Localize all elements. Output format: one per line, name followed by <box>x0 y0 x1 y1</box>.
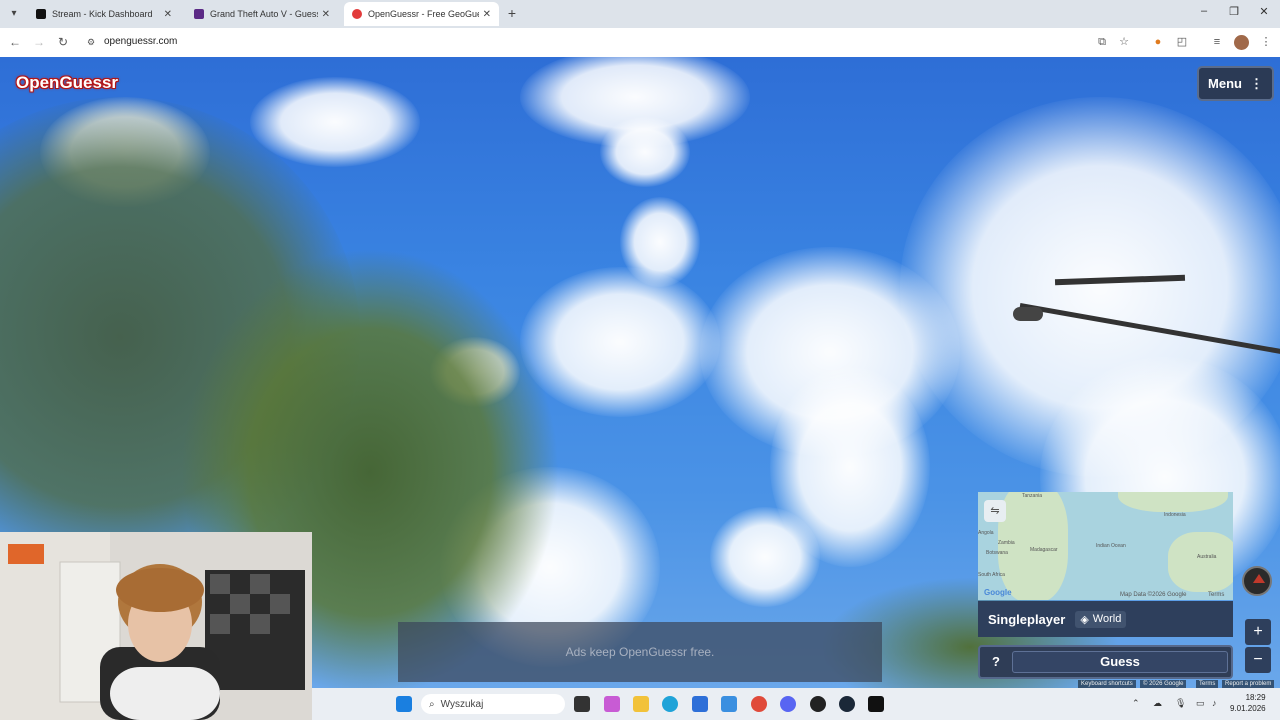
help-button[interactable]: ? <box>985 651 1007 673</box>
map-label: Tanzania <box>1022 493 1043 499</box>
webcam-overlay <box>0 532 312 720</box>
outlook-icon[interactable] <box>721 696 737 712</box>
map-label: Angola <box>978 530 994 536</box>
close-window-icon[interactable]: ✕ <box>1254 5 1274 18</box>
mode-title: Singleplayer <box>988 611 1066 627</box>
tab-strip: ▾ Stream - Kick Dashboard ✕ Grand Theft … <box>0 0 1280 28</box>
map-label: South Africa <box>978 572 1005 578</box>
menu-label: Menu <box>1208 76 1242 91</box>
keyboard-shortcuts-link[interactable]: Keyboard shortcuts <box>1078 680 1136 688</box>
close-tab-icon[interactable]: ✕ <box>483 9 491 20</box>
guess-button[interactable]: Guess <box>1012 651 1228 673</box>
guess-controls: ? Guess <box>978 645 1233 679</box>
site-info-icon[interactable]: ⚙ <box>83 34 99 50</box>
map-terms-link[interactable]: Terms <box>1208 592 1224 598</box>
menu-button[interactable]: Menu ⋮ <box>1197 66 1274 101</box>
map-label: Australia <box>1197 554 1217 560</box>
close-tab-icon[interactable]: ✕ <box>322 9 330 20</box>
close-tab-icon[interactable]: ✕ <box>164 9 172 20</box>
tab-search-icon[interactable]: ▾ <box>6 6 22 22</box>
map-label: Zambia <box>998 540 1015 546</box>
map-label: Indian Ocean <box>1096 543 1126 549</box>
map-label: Madagascar <box>1030 547 1058 553</box>
forward-icon[interactable]: → <box>31 34 47 50</box>
store-icon[interactable] <box>692 696 708 712</box>
report-problem-link[interactable]: Report a problem <box>1222 680 1275 688</box>
clock-time: 18:29 <box>1245 693 1266 702</box>
epic-games-icon[interactable] <box>868 696 884 712</box>
cloud-icon[interactable]: ☁ <box>1153 698 1162 709</box>
restore-icon[interactable]: ❐ <box>1224 5 1244 18</box>
kick-favicon-icon <box>36 9 46 19</box>
map-settings-icon[interactable]: ⇋ <box>984 500 1006 522</box>
extension-icon[interactable]: ● <box>1150 34 1166 50</box>
bookmark-star-icon[interactable]: ☆ <box>1116 34 1132 50</box>
file-explorer-icon[interactable] <box>633 696 649 712</box>
zoom-out-button[interactable]: − <box>1245 647 1271 673</box>
profile-avatar[interactable] <box>1234 35 1249 50</box>
new-tab-icon[interactable]: + <box>504 5 520 21</box>
media-control-icon[interactable]: ≡ <box>1209 34 1225 50</box>
back-icon[interactable]: ← <box>7 34 23 50</box>
taskbar-search[interactable]: ⌕ Wyszukaj <box>421 694 565 714</box>
map-label: Indonesia <box>1164 512 1186 518</box>
kebab-icon: ⋮ <box>1249 75 1263 91</box>
map-selector[interactable]: ◈ World <box>1075 610 1127 628</box>
openguessr-favicon-icon <box>352 9 362 19</box>
steam-icon[interactable] <box>839 696 855 712</box>
network-icon[interactable]: ▭ <box>1196 698 1205 709</box>
guessr-favicon-icon <box>194 9 204 19</box>
compass-icon[interactable] <box>1242 566 1272 596</box>
tab-kick-dashboard[interactable]: Stream - Kick Dashboard ✕ <box>28 2 180 26</box>
more-menu-icon[interactable]: ⋮ <box>1258 34 1274 50</box>
webcam-feed-image <box>0 532 312 720</box>
reload-icon[interactable]: ↻ <box>55 34 71 50</box>
game-mode-bar: Singleplayer ◈ World <box>978 601 1233 637</box>
search-icon: ⌕ <box>429 698 435 710</box>
address-bar[interactable]: openguessr.com <box>104 36 177 47</box>
chrome-icon[interactable] <box>751 696 767 712</box>
tab-title: OpenGuessr - Free GeoGuessr · <box>368 9 479 19</box>
tab-title: Grand Theft Auto V - Guessr - l <box>210 9 318 19</box>
copyright-text: © 2026 Google <box>1140 680 1187 688</box>
minimize-icon[interactable]: – <box>1194 5 1214 17</box>
system-clock[interactable]: 18:29 9.01.2026 <box>1230 692 1266 714</box>
openguessr-logo[interactable]: OpenGuessr <box>16 73 118 93</box>
tab-title: Stream - Kick Dashboard <box>52 9 153 19</box>
ads-banner: Ads keep OpenGuessr free. <box>398 622 882 682</box>
clock-date: 9.01.2026 <box>1230 704 1266 713</box>
obs-icon[interactable] <box>810 696 826 712</box>
guess-map[interactable]: Tanzania Indonesia Zambia Madagascar Ind… <box>978 492 1233 600</box>
discord-icon[interactable] <box>780 696 796 712</box>
browser-toolbar: ← → ↻ ⚙ openguessr.com ⧉ ☆ ● ◰ ≡ ⋮ <box>0 28 1280 57</box>
google-logo: Google <box>984 588 1012 597</box>
tab-openguessr[interactable]: OpenGuessr - Free GeoGuessr · ✕ <box>344 2 499 26</box>
microphone-icon[interactable]: 🎙 <box>1175 698 1186 709</box>
volume-icon[interactable]: ♪ <box>1212 698 1217 708</box>
map-attribution: Map Data ©2026 Google <box>1120 592 1187 598</box>
copilot-icon[interactable] <box>604 696 620 712</box>
tab-gta-guessr[interactable]: Grand Theft Auto V - Guessr - l ✕ <box>186 2 338 26</box>
map-name: World <box>1092 613 1122 625</box>
extensions-puzzle-icon[interactable]: ◰ <box>1174 34 1190 50</box>
windows-start-icon[interactable] <box>396 696 412 712</box>
zoom-in-button[interactable]: + <box>1245 619 1271 645</box>
layers-icon: ◈ <box>1080 613 1089 626</box>
search-placeholder: Wyszukaj <box>440 698 484 710</box>
map-label: Botswana <box>986 550 1008 556</box>
translate-icon[interactable]: ⧉ <box>1094 34 1110 50</box>
edge-icon[interactable] <box>662 696 678 712</box>
tray-overflow-icon[interactable]: ⌃ <box>1132 698 1140 709</box>
task-view-icon[interactable] <box>574 696 590 712</box>
terms-link[interactable]: Terms <box>1196 680 1219 688</box>
